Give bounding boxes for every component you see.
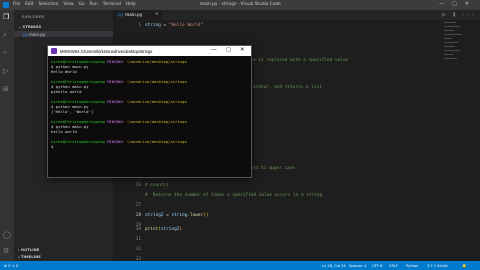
code-line[interactable]: print(string2) xyxy=(145,227,182,232)
code-line[interactable]: arator, and returns a list xyxy=(253,85,322,90)
minimap-line xyxy=(444,58,457,59)
menu-run[interactable]: Run xyxy=(90,2,98,7)
prompt-user: kirks@ChristopherLaptop xyxy=(51,139,105,144)
minimap-line xyxy=(444,42,458,43)
timeline-label: TIMELINE xyxy=(20,254,41,259)
prompt-path: ~/onedrive/desktop/strings xyxy=(125,79,187,84)
terminal-minimize-button[interactable]: — xyxy=(211,47,217,53)
tab-label: main.py xyxy=(125,12,143,18)
timeline-section[interactable]: › TIMELINE xyxy=(18,254,41,259)
search-icon[interactable]: ⌕ xyxy=(3,32,10,39)
minimap[interactable] xyxy=(444,22,466,62)
file-item-main-py[interactable]: py main.py xyxy=(14,31,113,37)
minimap-line xyxy=(444,46,455,47)
code-line[interactable]: string2 = string.lower() xyxy=(145,213,209,218)
tab-close-icon[interactable]: × xyxy=(155,12,159,17)
minimap-line xyxy=(444,50,460,51)
code-line[interactable]: string = "Hello World" xyxy=(145,23,203,28)
line-number: 26 xyxy=(135,183,141,188)
outline-section[interactable]: › OUTLINE xyxy=(18,247,39,252)
vscode-logo-icon xyxy=(3,2,9,8)
line-number: 28 xyxy=(135,213,141,218)
python-interpreter[interactable]: 3.7.1 64-bit xyxy=(427,264,448,268)
line-number: 27 xyxy=(135,203,141,208)
terminal-maximize-button[interactable]: ▢ xyxy=(226,47,231,53)
prompt-env: MINGW64 xyxy=(104,99,126,104)
account-icon[interactable]: ◯ xyxy=(3,232,11,239)
sidebar-title: EXPLORER xyxy=(22,14,45,19)
source-control-icon[interactable]: ⑂ xyxy=(3,50,10,57)
python-file-icon: py xyxy=(118,12,124,18)
folder-name: STRINGS xyxy=(22,24,42,29)
code-line[interactable]: e is replaced with a specified value xyxy=(253,58,348,63)
line-number: 31 xyxy=(135,237,141,242)
minimap-line xyxy=(444,34,462,35)
line-number: 1 xyxy=(138,23,141,28)
prompt-path: ~/onedrive/desktop/strings xyxy=(125,139,187,144)
folder-section-strings[interactable]: ⌄ STRINGS xyxy=(18,24,41,29)
menu-help[interactable]: Help xyxy=(126,2,136,7)
close-button[interactable]: ✕ xyxy=(465,1,477,7)
tab-main-py[interactable]: py main.py × xyxy=(113,10,163,20)
minimap-line xyxy=(444,22,456,23)
menu-selection[interactable]: Selection xyxy=(39,2,59,7)
outline-label: OUTLINE xyxy=(20,247,40,252)
menu-file[interactable]: File xyxy=(13,2,20,7)
cursor-position[interactable]: Ln 28, Col 24 xyxy=(322,264,346,268)
indentation-status[interactable]: Spaces: 4 xyxy=(349,264,366,268)
terminal-title-bar: MINGW64:/c/Users/kirks/onedrive/desktop/… xyxy=(48,46,251,56)
line-number: 30 xyxy=(135,227,141,232)
extensions-icon[interactable]: ⊞ xyxy=(3,86,10,93)
menu-view[interactable]: View xyxy=(63,2,73,7)
terminal-window[interactable]: MINGW64:/c/Users/kirks/onedrive/desktop/… xyxy=(47,45,252,178)
code-line[interactable]: # Returns the number of times a specifie… xyxy=(145,193,322,198)
status-bar: ⊗ 0 ⚠ 0 Ln 28, Col 24 Spaces: 4 UTF-8 CR… xyxy=(0,261,480,270)
minimap-line xyxy=(444,26,460,27)
editor-actions[interactable]: ▷ ⫼ ··· xyxy=(442,12,476,18)
minimize-button[interactable]: — xyxy=(439,1,452,7)
problems-status[interactable]: ⊗ 0 ⚠ 0 xyxy=(4,264,18,268)
file-name: main.py xyxy=(29,31,46,37)
eol-status[interactable]: CRLF xyxy=(389,264,398,268)
menu-bar: File Edit Selection View Go Run Terminal Help xyxy=(13,2,141,7)
prompt-path: ~/onedrive/desktop/strings xyxy=(125,99,187,104)
menu-terminal[interactable]: Terminal xyxy=(103,2,121,7)
minimap-line xyxy=(444,54,453,55)
python-file-icon: py xyxy=(23,31,28,37)
terminal-output[interactable]: kirks@ChristopherLaptop MINGW64 ~/onedri… xyxy=(51,59,249,149)
title-bar: File Edit Selection View Go Run Terminal Help m… xyxy=(0,0,480,10)
code-line[interactable]: # count() xyxy=(145,183,169,188)
prompt-env: MINGW64 xyxy=(104,139,126,144)
activity-bar: ❐ ⌕ ⑂ ▷ ⊞ ◯ ⚙ xyxy=(0,10,14,261)
run-debug-icon[interactable]: ▷ xyxy=(3,68,10,75)
terminal-title: MINGW64:/c/Users/kirks/onedrive/desktop/… xyxy=(60,48,153,54)
window-title: main.py - strings - Visual Studio Code xyxy=(200,2,281,7)
window-controls: —▢✕ xyxy=(439,1,477,7)
minimap-line xyxy=(444,30,454,31)
terminal-close-button[interactable]: ✕ xyxy=(240,47,245,53)
minimap-line xyxy=(444,38,452,39)
maximize-button[interactable]: ▢ xyxy=(452,1,465,7)
prompt-path: ~/onedrive/desktop/strings xyxy=(125,119,187,124)
settings-gear-icon[interactable]: ⚙ xyxy=(3,248,10,255)
prompt-env: MINGW64 xyxy=(104,79,126,84)
terminal-command: $ xyxy=(51,144,54,149)
prompt-path: ~/onedrive/desktop/strings xyxy=(125,59,187,64)
mingw-terminal-icon xyxy=(51,48,57,54)
line-number: 32 xyxy=(135,247,141,252)
notifications-bell-icon[interactable]: 🔔 xyxy=(462,264,466,268)
explorer-icon[interactable]: ❐ xyxy=(3,14,10,21)
editor-tab-bar: py main.py × ▷ ⫼ ··· xyxy=(113,10,480,20)
prompt-env: MINGW64 xyxy=(104,59,126,64)
code-line[interactable]: ord to upper case xyxy=(250,166,295,171)
encoding-status[interactable]: UTF-8 xyxy=(372,264,382,268)
menu-go[interactable]: Go xyxy=(79,2,85,7)
menu-edit[interactable]: Edit xyxy=(25,2,33,7)
prompt-env: MINGW64 xyxy=(104,119,126,124)
language-mode[interactable]: Python xyxy=(406,264,418,268)
